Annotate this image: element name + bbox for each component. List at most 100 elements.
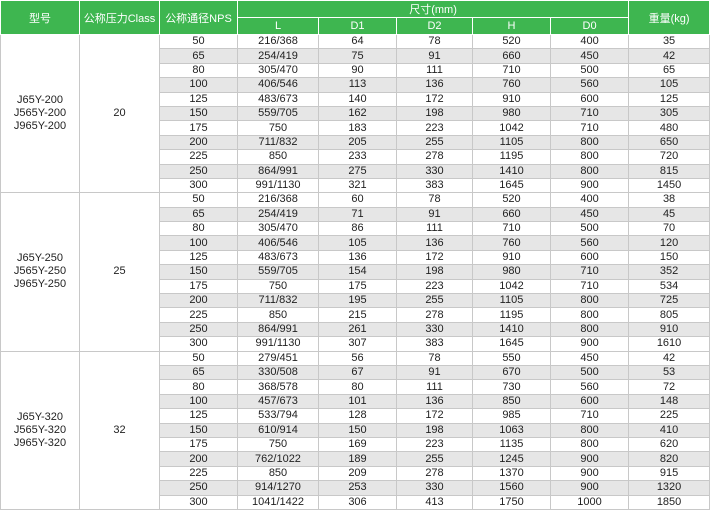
l-cell: 750	[237, 278, 319, 295]
d1-cell: 162	[318, 105, 397, 122]
d0-cell: 450	[549, 350, 630, 366]
l-cell: 610/914	[237, 422, 319, 438]
d1-cell: 306	[318, 494, 397, 510]
l-cell: 406/546	[237, 77, 319, 93]
nps-cell: 100	[159, 235, 238, 251]
h-cell: 1645	[472, 177, 551, 194]
nps-cell: 250	[159, 480, 238, 496]
h-cell: 1370	[472, 465, 551, 482]
nps-cell: 100	[159, 77, 238, 93]
weight-cell: 125	[628, 91, 710, 107]
nps-cell: 80	[159, 62, 238, 79]
d0-cell: 600	[549, 249, 630, 266]
weight-cell: 725	[628, 293, 710, 309]
nps-cell: 80	[159, 221, 238, 237]
d2-cell: 223	[396, 278, 473, 295]
weight-cell: 805	[628, 307, 710, 323]
table-body: J65Y-200 J565Y-200 J965Y-200 20 50 216/368 64 7…	[0, 33, 710, 510]
nps-cell: 125	[159, 408, 238, 424]
weight-cell: 65	[628, 62, 710, 79]
h-cell: 760	[472, 77, 551, 93]
weight-cell: 150	[628, 249, 710, 266]
nps-cell: 80	[159, 379, 238, 395]
d0-cell: 400	[549, 192, 630, 208]
header-weight: 重量(kg)	[628, 0, 710, 35]
d2-cell: 255	[396, 134, 473, 151]
model-name: J565Y-320	[13, 423, 67, 436]
d0-cell: 500	[549, 364, 630, 381]
header-d2: D2	[396, 17, 473, 35]
pressure-cell: 32	[79, 350, 160, 510]
weight-cell: 148	[628, 393, 710, 410]
weight-cell: 1610	[628, 336, 710, 352]
d0-cell: 800	[549, 149, 630, 165]
d0-cell: 500	[549, 62, 630, 79]
table-row: J65Y-200 J565Y-200 J965Y-200 20 50 216/368 64 7…	[0, 33, 710, 194]
d2-cell: 198	[396, 422, 473, 438]
h-cell: 1560	[472, 480, 551, 496]
d0-cell: 710	[549, 264, 630, 280]
nps-cell: 200	[159, 293, 238, 309]
d1-cell: 175	[318, 278, 397, 295]
d1-cell: 169	[318, 436, 397, 453]
d1-cell: 105	[318, 235, 397, 251]
valve-spec-table: 型号 公称压力Class 公称通径NPS 尺寸(mm) 重量(kg) L D1 …	[0, 0, 710, 510]
h-cell: 1245	[472, 451, 551, 467]
model-name: J65Y-200	[16, 94, 64, 107]
d2-cell: 111	[396, 221, 473, 237]
d0-cell: 710	[549, 408, 630, 424]
l-cell: 216/368	[237, 33, 319, 50]
h-cell: 1750	[472, 494, 551, 510]
d0-cell: 500	[549, 221, 630, 237]
nps-cell: 150	[159, 422, 238, 438]
weight-cell: 53	[628, 364, 710, 381]
pressure-cell: 20	[79, 33, 160, 194]
d0-cell: 800	[549, 436, 630, 453]
weight-cell: 1450	[628, 177, 710, 194]
l-cell: 406/546	[237, 235, 319, 251]
model-name: J565Y-250	[13, 265, 67, 278]
d1-cell: 128	[318, 408, 397, 424]
d1-cell: 140	[318, 91, 397, 107]
d1-cell: 183	[318, 120, 397, 136]
table-header: 型号 公称压力Class 公称通径NPS 尺寸(mm) 重量(kg) L D1 …	[0, 0, 710, 35]
h-cell: 710	[472, 62, 551, 79]
h-cell: 730	[472, 379, 551, 395]
d0-cell: 560	[549, 379, 630, 395]
weight-cell: 38	[628, 192, 710, 208]
d0-cell: 800	[549, 422, 630, 438]
header-h: H	[472, 17, 551, 35]
d2-cell: 278	[396, 149, 473, 165]
weight-cell: 820	[628, 451, 710, 467]
d0-cell: 800	[549, 134, 630, 151]
d0-cell: 710	[549, 278, 630, 295]
h-cell: 980	[472, 264, 551, 280]
h-cell: 1195	[472, 307, 551, 323]
l-cell: 991/1130	[237, 336, 319, 352]
h-cell: 670	[472, 364, 551, 381]
h-cell: 1042	[472, 278, 551, 295]
d2-cell: 198	[396, 264, 473, 280]
l-cell: 991/1130	[237, 177, 319, 194]
l-cell: 762/1022	[237, 451, 319, 467]
l-cell: 559/705	[237, 105, 319, 122]
h-cell: 760	[472, 235, 551, 251]
d1-cell: 101	[318, 393, 397, 410]
l-cell: 750	[237, 436, 319, 453]
table-row: J65Y-250 J565Y-250 J965Y-250 25 50 216/368 60 7…	[0, 192, 710, 352]
h-cell: 910	[472, 91, 551, 107]
d1-cell: 209	[318, 465, 397, 482]
weight-cell: 35	[628, 33, 710, 50]
h-cell: 1063	[472, 422, 551, 438]
weight-cell: 480	[628, 120, 710, 136]
d2-cell: 278	[396, 307, 473, 323]
d2-cell: 91	[396, 206, 473, 223]
d2-cell: 223	[396, 436, 473, 453]
d2-cell: 255	[396, 451, 473, 467]
l-cell: 711/832	[237, 293, 319, 309]
l-cell: 711/832	[237, 134, 319, 151]
d1-cell: 261	[318, 321, 397, 338]
nps-cell: 50	[159, 33, 238, 50]
d1-cell: 71	[318, 206, 397, 223]
weight-cell: 915	[628, 465, 710, 482]
